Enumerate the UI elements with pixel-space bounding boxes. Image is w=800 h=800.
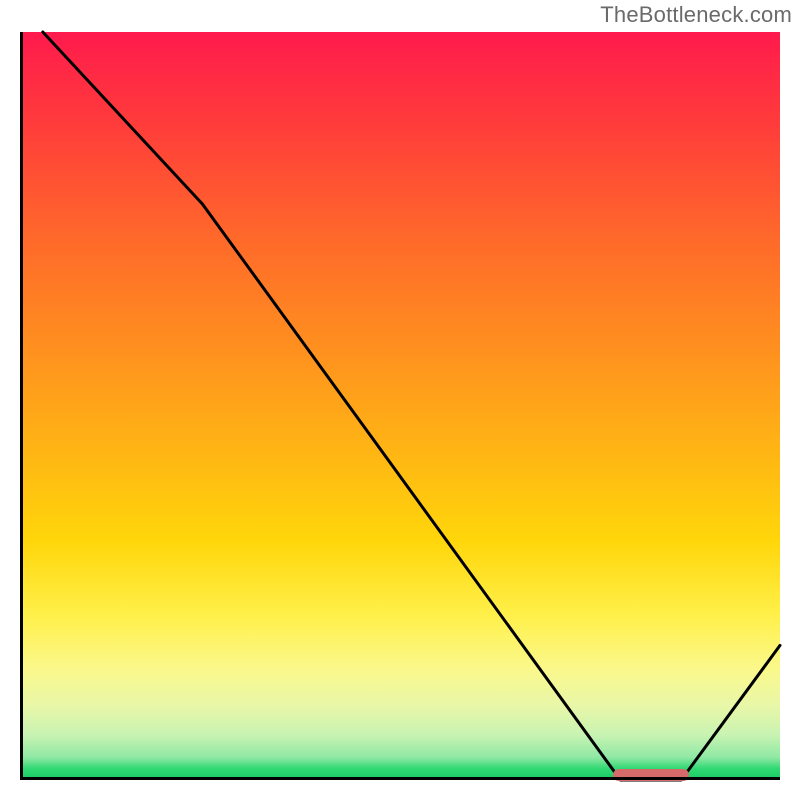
watermark-text: TheBottleneck.com xyxy=(600,2,792,28)
optimal-range-marker xyxy=(613,769,689,781)
chart-root: TheBottleneck.com xyxy=(0,0,800,800)
plot-area xyxy=(20,32,780,780)
bottleneck-curve xyxy=(43,32,780,780)
curve-layer xyxy=(20,32,780,780)
